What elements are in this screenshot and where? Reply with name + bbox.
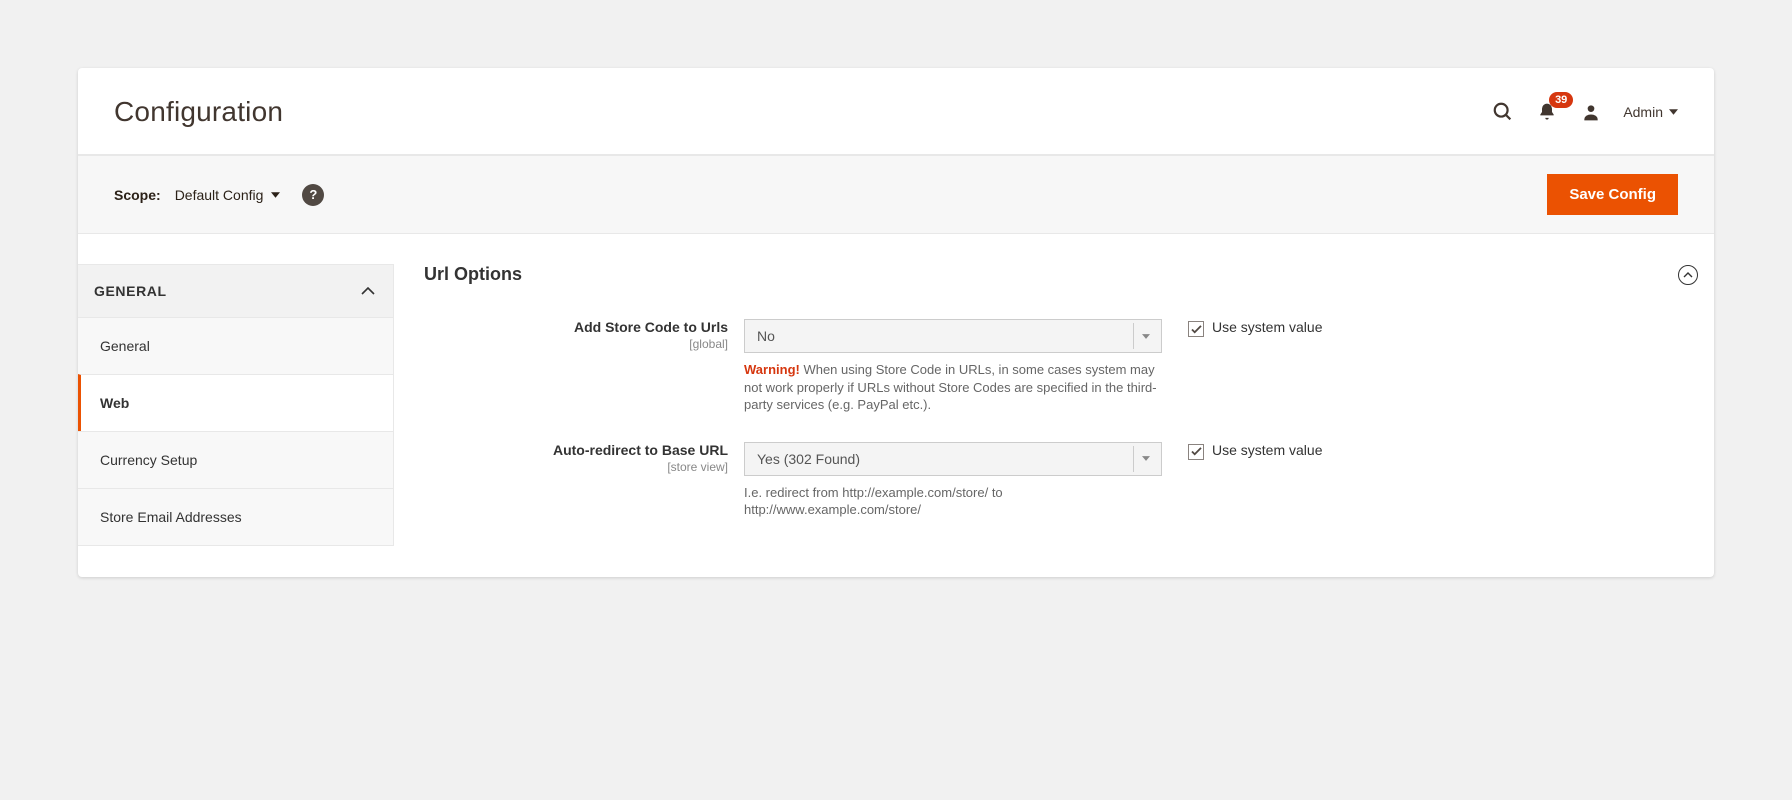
user-icon[interactable] [1575,96,1607,128]
field-scope: [store view] [424,460,728,474]
use-system-value-checkbox[interactable] [1188,444,1204,460]
nav-group-general[interactable]: GENERAL [78,265,393,317]
field-value-col: No Warning! When using Store Code in URL… [744,319,1162,414]
section-header: Url Options [424,264,1698,319]
use-system-value-checkbox[interactable] [1188,321,1204,337]
field-row-auto-redirect: Auto-redirect to Base URL [store view] Y… [424,442,1698,519]
save-config-button[interactable]: Save Config [1547,174,1678,215]
sidebar-item-label: Currency Setup [100,452,197,468]
admin-menu[interactable]: Admin [1623,104,1678,120]
help-icon[interactable]: ? [302,184,324,206]
field-note: I.e. redirect from http://example.com/st… [744,484,1162,519]
scope-bar: Scope: Default Config ? Save Config [78,155,1714,234]
auto-redirect-select[interactable]: Yes (302 Found) [744,442,1162,476]
field-note: Warning! When using Store Code in URLs, … [744,361,1162,414]
config-panel: Configuration 39 Admin Scope: Default Co… [78,68,1714,577]
checkbox-label: Use system value [1212,319,1322,335]
config-sidebar: GENERAL General Web Currency Setup Store… [78,264,394,577]
chevron-down-icon [1669,109,1678,115]
chevron-down-icon [1133,446,1157,472]
scope-value: Default Config [175,187,264,203]
sidebar-item-label: Web [100,395,129,411]
sidebar-item-label: General [100,338,150,354]
field-label: Auto-redirect to Base URL [424,442,728,458]
search-icon[interactable] [1487,96,1519,128]
field-label: Add Store Code to Urls [424,319,728,335]
select-value: Yes (302 Found) [757,451,860,467]
admin-label: Admin [1623,104,1663,120]
page-header: Configuration 39 Admin [78,68,1714,154]
sidebar-item-web[interactable]: Web [78,374,393,431]
nav-group: GENERAL General Web Currency Setup Store… [78,264,394,546]
field-row-store-code: Add Store Code to Urls [global] No Warni… [424,319,1698,414]
main-content: Url Options Add Store Code to Urls [glob… [394,264,1698,577]
chevron-down-icon [271,192,280,198]
note-text: When using Store Code in URLs, in some c… [744,362,1157,412]
nav-group-label: GENERAL [94,283,167,299]
field-scope: [global] [424,337,728,351]
page-title: Configuration [114,96,283,128]
field-value-col: Yes (302 Found) I.e. redirect from http:… [744,442,1162,519]
sidebar-item-general[interactable]: General [78,317,393,374]
scope-selector[interactable]: Default Config [175,187,281,203]
chevron-down-icon [1133,323,1157,349]
field-label-col: Auto-redirect to Base URL [store view] [424,442,744,519]
checkbox-label: Use system value [1212,442,1322,458]
sidebar-item-label: Store Email Addresses [100,509,242,525]
chevron-up-icon [361,287,375,295]
notification-badge: 39 [1549,92,1573,108]
content-area: GENERAL General Web Currency Setup Store… [78,234,1714,577]
system-value-col: Use system value [1162,442,1322,476]
system-value-col: Use system value [1162,319,1322,353]
sidebar-item-store-email[interactable]: Store Email Addresses [78,488,393,545]
store-code-select[interactable]: No [744,319,1162,353]
field-label-col: Add Store Code to Urls [global] [424,319,744,414]
select-value: No [757,328,775,344]
sidebar-item-currency[interactable]: Currency Setup [78,431,393,488]
collapse-section-icon[interactable] [1678,265,1698,285]
section-title: Url Options [424,264,522,285]
scope-label: Scope: [114,187,161,203]
notifications-icon[interactable]: 39 [1531,96,1563,128]
warning-prefix: Warning! [744,362,800,377]
